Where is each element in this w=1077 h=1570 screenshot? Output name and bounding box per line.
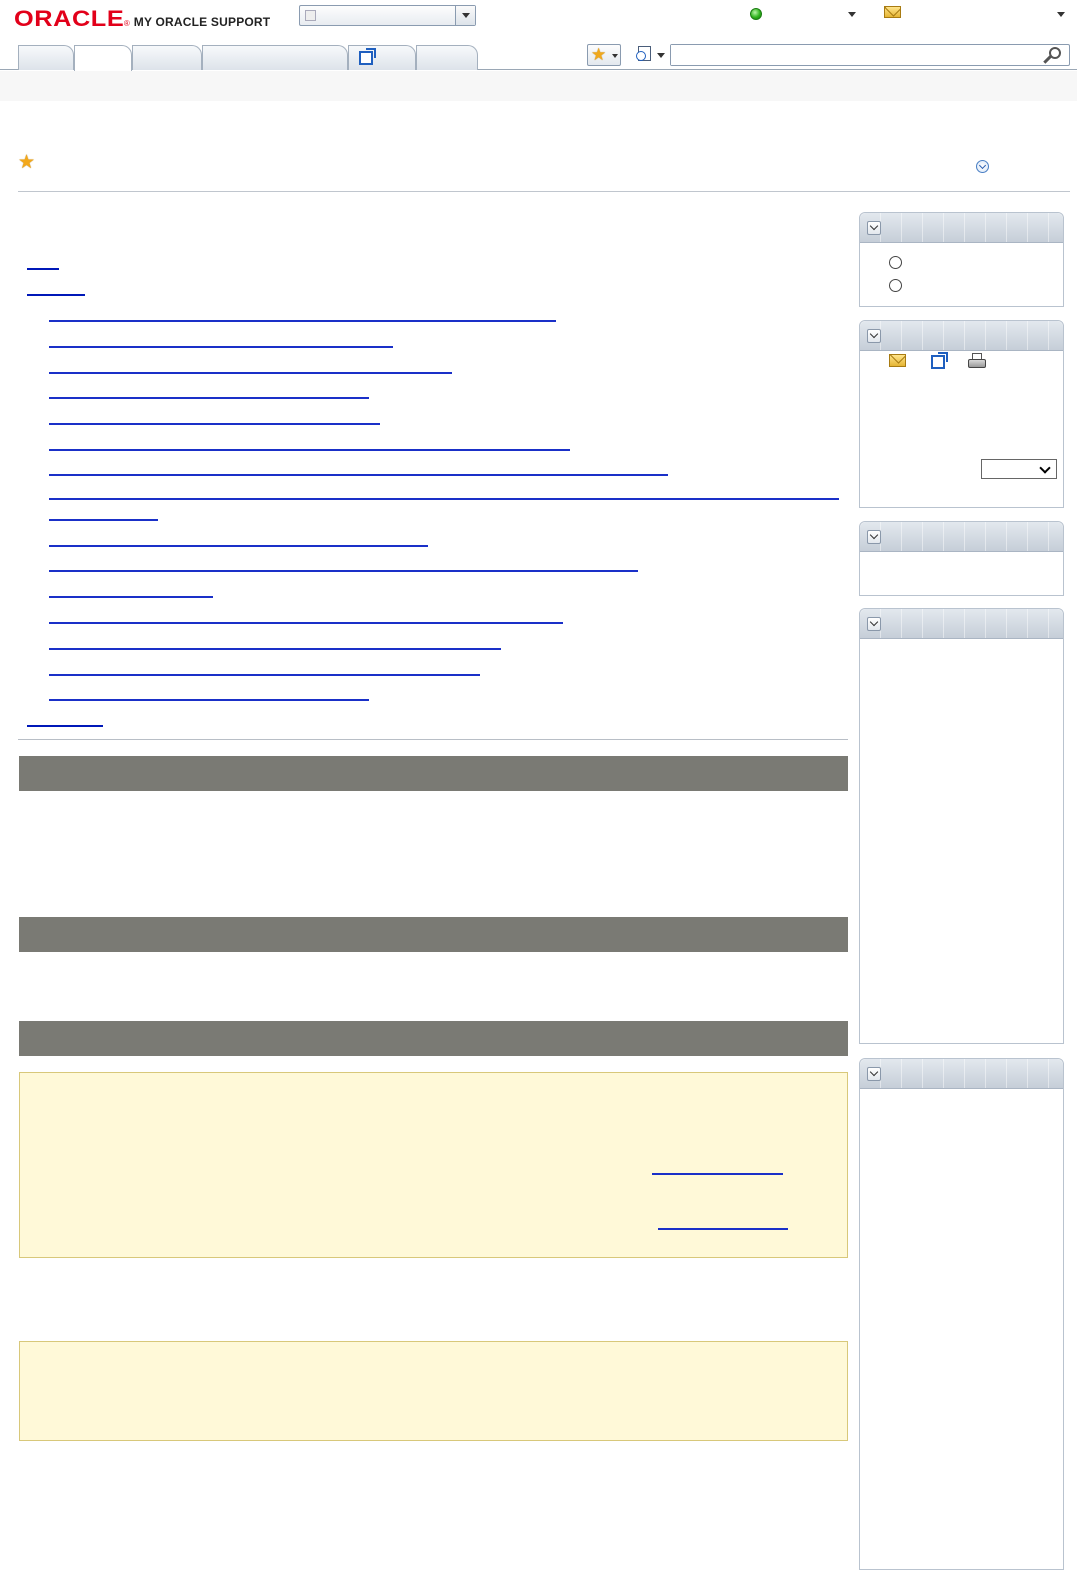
- external-link-icon: [359, 48, 376, 65]
- messages-menu-caret-icon[interactable]: [1057, 12, 1065, 17]
- user-menu-caret-icon[interactable]: [848, 12, 856, 17]
- note-link[interactable]: [658, 1228, 788, 1230]
- toc-sublink[interactable]: [49, 622, 563, 624]
- tab-6[interactable]: [416, 45, 478, 70]
- panel-header: [860, 1059, 1063, 1089]
- panel-header: [860, 321, 1063, 351]
- logo-product-name: MY ORACLE SUPPORT: [133, 15, 271, 29]
- search-button[interactable]: [1041, 46, 1065, 65]
- panel-header: [860, 213, 1063, 243]
- chevron-down-icon[interactable]: [867, 329, 881, 343]
- note-box: [19, 1341, 848, 1441]
- section-heading-1: [19, 756, 848, 791]
- document-title-row: ★: [18, 152, 1070, 192]
- chevron-down-icon[interactable]: [867, 1067, 881, 1081]
- print-icon[interactable]: [968, 353, 986, 369]
- toc-link[interactable]: [27, 725, 103, 727]
- sidebar-panel-4: [859, 608, 1064, 1044]
- toc-sublink[interactable]: [49, 449, 570, 451]
- logo-wordmark: ORACLE: [14, 6, 125, 31]
- toc-sublink[interactable]: [49, 545, 428, 547]
- print-body: [968, 359, 986, 368]
- toc-sublink-wrap[interactable]: [49, 519, 158, 521]
- toc-link[interactable]: [27, 294, 85, 296]
- tab-4[interactable]: [202, 45, 348, 70]
- mail-icon[interactable]: [889, 354, 906, 367]
- sub-toolbar: [0, 71, 1077, 101]
- context-selector[interactable]: [299, 5, 476, 26]
- global-search: [670, 44, 1070, 66]
- chevron-down-icon[interactable]: [867, 530, 881, 544]
- language-select[interactable]: [981, 459, 1057, 479]
- recent-docs-button[interactable]: [633, 44, 669, 66]
- main-tab-bar: ★: [0, 40, 1077, 71]
- star-icon[interactable]: ★: [18, 153, 35, 173]
- chevron-down-icon[interactable]: [867, 221, 881, 235]
- toc-sublink[interactable]: [49, 474, 668, 476]
- toc-sublink[interactable]: [49, 674, 480, 676]
- oracle-logo[interactable]: ORACLE ® MY ORACLE SUPPORT: [14, 6, 270, 32]
- toc-sublink[interactable]: [49, 320, 556, 322]
- toc-sublink[interactable]: [49, 372, 452, 374]
- divider: [18, 739, 848, 740]
- radio-option-1[interactable]: [889, 256, 902, 269]
- sidebar-panel-1: [859, 212, 1064, 307]
- toc-sublink[interactable]: [49, 648, 501, 650]
- sidebar-panel-3: [859, 521, 1064, 596]
- toc-sublink[interactable]: [49, 397, 369, 399]
- note-box: [19, 1072, 848, 1258]
- external-link-icon[interactable]: [931, 352, 948, 369]
- favorites-button[interactable]: ★: [587, 44, 621, 66]
- tab-1[interactable]: [18, 45, 74, 70]
- chevron-circle-icon[interactable]: [976, 160, 989, 173]
- tab-5-external[interactable]: [348, 45, 416, 70]
- chevron-down-icon[interactable]: [867, 617, 881, 631]
- toc-sublink[interactable]: [49, 346, 393, 348]
- chevron-down-icon[interactable]: [455, 6, 475, 25]
- toc-sublink[interactable]: [49, 699, 369, 701]
- chevron-down-icon: [657, 53, 665, 58]
- note-link[interactable]: [652, 1173, 783, 1175]
- radio-option-2[interactable]: [889, 279, 902, 292]
- logo-registered-mark: ®: [123, 19, 130, 28]
- online-status-icon[interactable]: [750, 8, 762, 20]
- context-icon: [305, 10, 316, 21]
- panel-header: [860, 522, 1063, 552]
- my-oracle-support-page: ORACLE ® MY ORACLE SUPPORT ★ ★: [0, 0, 1077, 1570]
- clock-icon: [636, 51, 646, 61]
- toc-link[interactable]: [27, 268, 59, 270]
- toc-sublink[interactable]: [49, 498, 839, 500]
- global-header: ORACLE ® MY ORACLE SUPPORT: [0, 0, 1077, 38]
- tab-3[interactable]: [132, 45, 202, 70]
- sidebar-panel-tools: [859, 320, 1064, 508]
- tab-2[interactable]: [74, 45, 132, 71]
- chevron-down-icon: [612, 54, 618, 58]
- toc-sublink[interactable]: [49, 596, 213, 598]
- section-heading-3: [19, 1021, 848, 1056]
- magnifier-handle: [1043, 55, 1052, 64]
- section-heading-2: [19, 917, 848, 952]
- sidebar-panel-5: [859, 1058, 1064, 1570]
- search-input[interactable]: [671, 45, 1031, 65]
- mail-icon[interactable]: [884, 6, 901, 18]
- star-icon: ★: [591, 45, 607, 64]
- panel-header: [860, 609, 1063, 639]
- toc-sublink[interactable]: [49, 570, 638, 572]
- toc-sublink[interactable]: [49, 423, 380, 425]
